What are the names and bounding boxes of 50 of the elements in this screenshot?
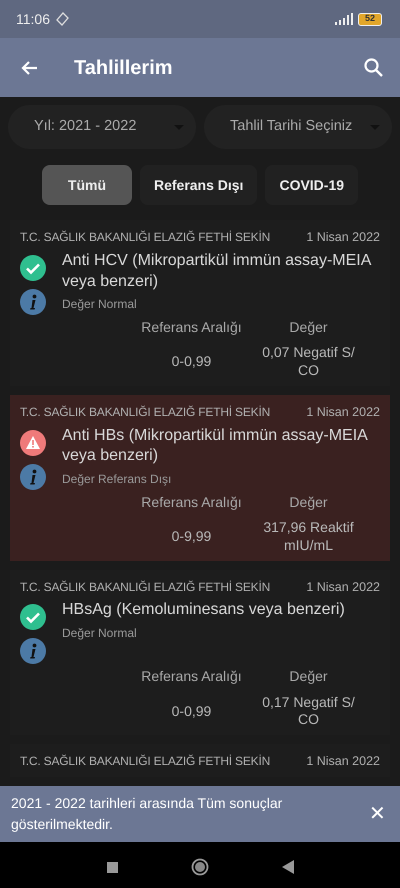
filter-chip[interactable]: COVID-19 <box>265 165 358 205</box>
column-header: Değer <box>289 667 328 686</box>
value-text: 317,96 Reaktif mIU/mL <box>262 519 355 554</box>
result-status: Değer Normal <box>62 625 138 642</box>
result-date: 1 Nisan 2022 <box>306 578 380 596</box>
check-icon <box>20 604 46 630</box>
location-icon <box>54 11 70 27</box>
test-name: HBsAg (Kemoluminesans veya benzeri) <box>62 600 346 620</box>
filter-chip[interactable]: Referans Dışı <box>140 165 258 205</box>
column-header: Referans Aralığı <box>141 667 242 686</box>
test-name: Anti HCV (Mikropartikül immün assay-MEIA veya benzeri) <box>62 250 372 292</box>
result-status: Değer Normal <box>62 296 138 314</box>
result-date: 1 Nisan 2022 <box>306 229 380 246</box>
page-title: Tahlillerim <box>74 56 173 80</box>
clock-time: 11:06 <box>16 10 50 28</box>
snackbar-message: 2021 - 2022 tarihleri arasında Tüm sonuçlar gösterilmektedir. <box>11 794 284 834</box>
signal-icon <box>334 12 354 26</box>
reference-text: 0-9,99 <box>172 528 212 546</box>
test-name: Anti HBs (Mikropartikül immün assay-MEIA veya benzeri) <box>62 426 369 466</box>
info-icon[interactable] <box>20 288 46 315</box>
search-button[interactable] <box>363 57 384 78</box>
recents-icon[interactable] <box>106 860 118 874</box>
value-text: 0,17 Negatif S/ CO <box>261 694 356 729</box>
result-card[interactable]: T.C. SAĞLIK BAKANLIĞI ELAZIĞ FETHİ SEKİN 1 Nisan 2022 Anti HBs (Mikropartikül immün assay-MEIA veya benzeri) Değer Referans Dışı Referans Aralığı 0-9,99 Değer 317,96 Reaktif mIU/mL <box>10 394 390 560</box>
hospital-name: T.C. SAĞLIK BAKANLIĞI ELAZIĞ FETHİ SEKİN <box>20 229 270 246</box>
column-header: Değer <box>289 492 328 512</box>
value-text: 0,07 Negatif S/ CO <box>261 344 356 380</box>
reference-text: 0-0,99 <box>172 702 212 720</box>
info-icon[interactable] <box>20 638 46 664</box>
result-date: 1 Nisan 2022 <box>306 753 380 770</box>
column-header: Referans Aralığı <box>141 492 242 512</box>
reference-text: 0-0,99 <box>172 353 212 370</box>
result-date: 1 Nisan 2022 <box>306 404 380 421</box>
filter-chip[interactable]: Tümü <box>42 165 132 205</box>
hospital-name: T.C. SAĞLIK BAKANLIĞI ELAZIĞ FETHİ SEKİN <box>20 578 270 596</box>
dropdown-field[interactable]: Tahlil Tarihi Seçiniz <box>204 105 392 149</box>
close-button[interactable]: ✕ <box>369 799 386 829</box>
hospital-name: T.C. SAĞLIK BAKANLIĞI ELAZIĞ FETHİ SEKİN <box>20 404 270 421</box>
search-icon <box>363 57 384 78</box>
info-icon[interactable] <box>20 464 46 490</box>
column-header: Değer <box>289 318 328 337</box>
home-icon[interactable] <box>190 858 208 876</box>
result-status: Değer Referans Dışı <box>62 471 172 488</box>
column-header: Referans Aralığı <box>141 318 242 337</box>
dropdown-field[interactable]: Yıl: 2021 - 2022 <box>8 105 196 149</box>
battery-indicator: 52 <box>358 12 382 26</box>
back-nav-icon[interactable] <box>280 859 294 875</box>
check-icon <box>20 254 46 281</box>
hospital-name: T.C. SAĞLIK BAKANLIĞI ELAZIĞ FETHİ SEKİN <box>20 753 270 770</box>
warning-icon <box>20 430 46 456</box>
